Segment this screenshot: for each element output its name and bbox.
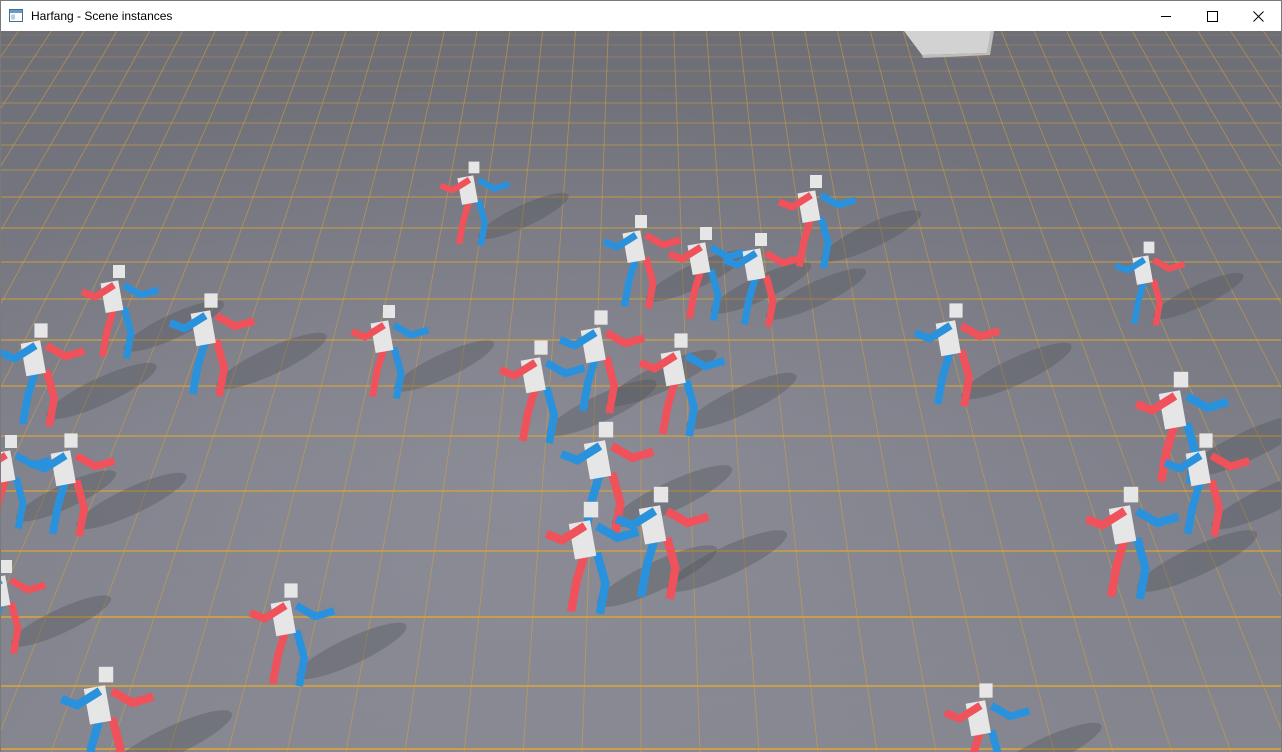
title-bar[interactable]: Harfang - Scene instances — [1, 1, 1281, 31]
window-title: Harfang - Scene instances — [31, 9, 173, 23]
scene-render — [1, 31, 1281, 752]
figure-head — [534, 340, 548, 355]
figure-head — [635, 215, 647, 228]
figure-head — [383, 305, 395, 318]
figure-head — [284, 583, 298, 598]
figure-head — [583, 501, 599, 518]
figure-head — [700, 227, 712, 240]
figure-head — [1199, 433, 1213, 448]
figure-head — [810, 175, 822, 188]
maximize-button[interactable] — [1189, 1, 1235, 31]
close-button[interactable] — [1235, 1, 1281, 31]
figure-head — [653, 486, 669, 503]
figure-head — [755, 233, 767, 246]
figure-head — [598, 421, 614, 438]
figure-head — [34, 323, 48, 338]
minimize-button[interactable] — [1143, 1, 1189, 31]
figure-head — [979, 683, 993, 698]
figure-head — [1173, 371, 1189, 388]
figure-head — [204, 293, 218, 308]
minimize-icon — [1160, 11, 1172, 22]
figure-head — [98, 666, 114, 683]
scene-viewport[interactable] — [1, 31, 1281, 752]
figure-head — [1143, 241, 1155, 254]
close-icon — [1252, 10, 1264, 22]
figure-head — [64, 433, 78, 448]
figure-head — [468, 161, 480, 174]
figure-head — [674, 333, 688, 348]
app-window-icon — [9, 9, 23, 22]
figure-head — [1, 560, 12, 573]
figure-head — [594, 310, 608, 325]
figure-head — [1123, 486, 1139, 503]
figure-head — [113, 265, 125, 278]
figure-head — [5, 435, 17, 448]
figure-head — [949, 303, 963, 318]
maximize-icon — [1206, 10, 1218, 22]
app-window: Harfang - Scene instances — [0, 0, 1282, 752]
